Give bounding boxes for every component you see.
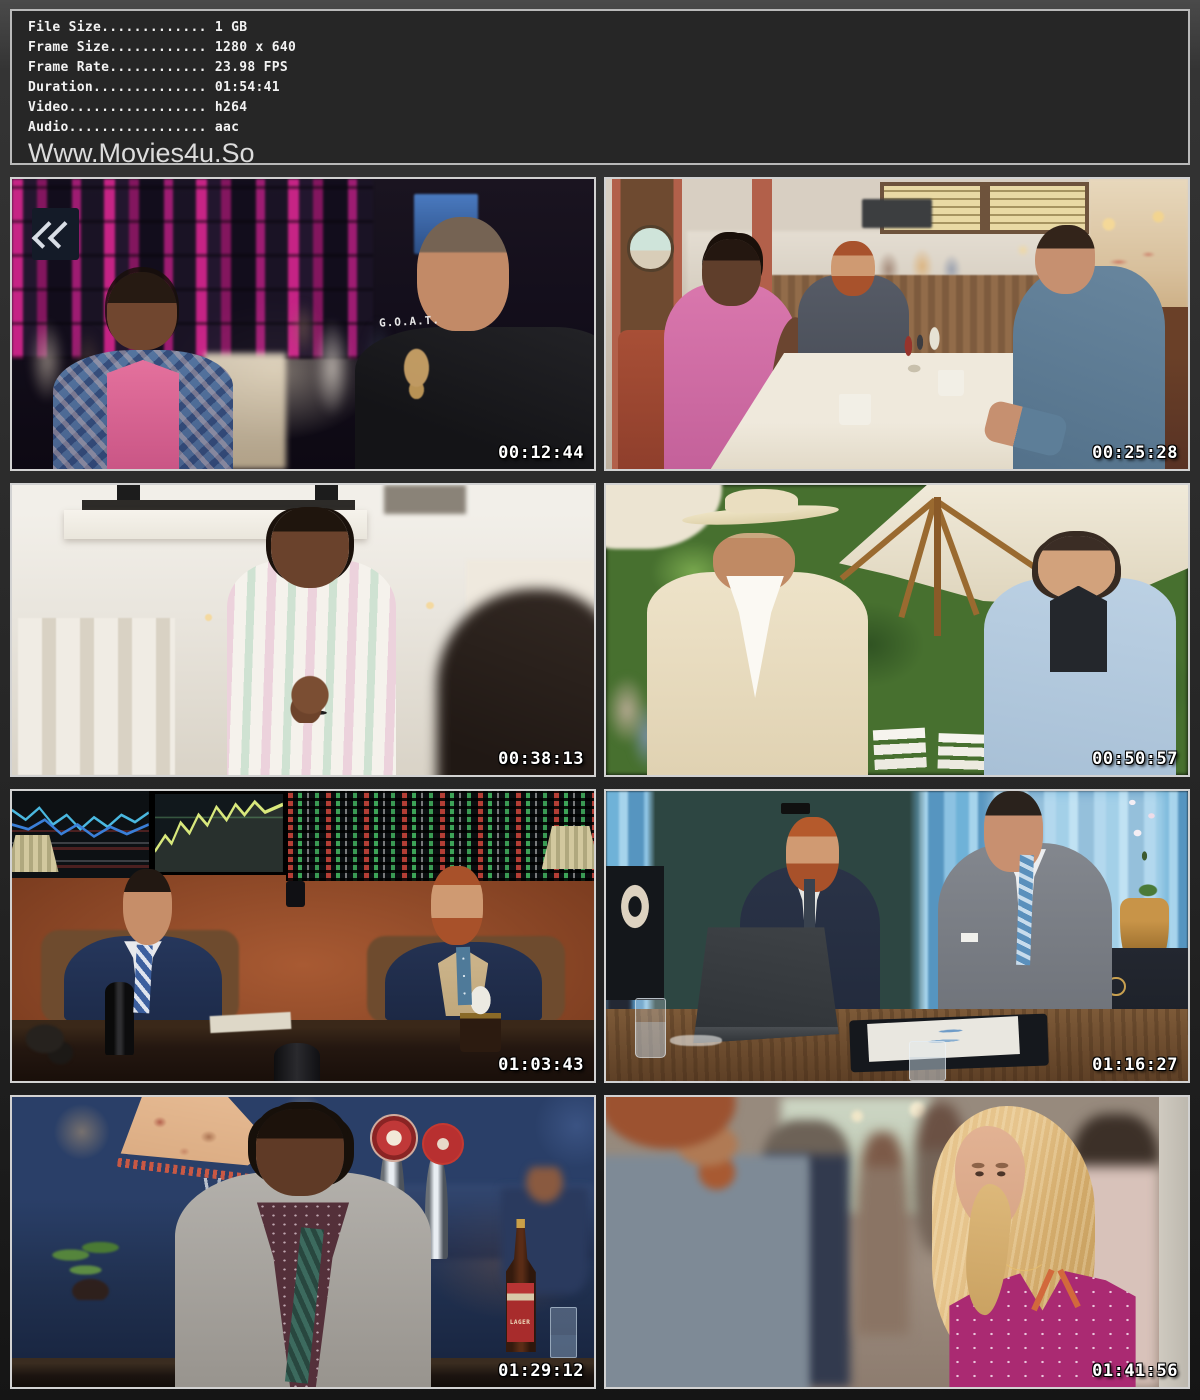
screenshot-1-nightclub: G.O.A.T. 00:12:44 xyxy=(10,177,596,471)
coffee-mug xyxy=(839,394,871,426)
pocket-square xyxy=(961,933,978,942)
timestamp-overlay: 01:29:12 xyxy=(498,1363,584,1380)
coffee-mug xyxy=(938,370,964,396)
bull-statue xyxy=(24,1020,76,1066)
papers-on-table xyxy=(670,1035,722,1047)
blurred-guest xyxy=(856,1132,908,1335)
paneled-wall xyxy=(18,618,175,775)
person-left-head xyxy=(123,869,172,944)
site-watermark: Www.Movies4u.So xyxy=(28,139,1172,167)
timestamp-overlay: 01:03:43 xyxy=(498,1057,584,1074)
screenshot-8-party: 01:41:56 xyxy=(604,1095,1190,1389)
media-info-frame-size: Frame Size............ 1280 x 640 xyxy=(28,38,1172,58)
black-tumbler xyxy=(105,982,134,1055)
screenshot-grid: G.O.A.T. 00:12:44 00:25:28 xyxy=(10,177,1190,1389)
stock-chart-graphic xyxy=(155,794,283,872)
screenshot-7-night-bar: LAGER 01:29:12 xyxy=(10,1095,596,1389)
timestamp-overlay: 00:38:13 xyxy=(498,751,584,768)
media-info-panel: File Size............. 1 GB Frame Size..… xyxy=(10,9,1190,165)
person-left-patterned-shirt xyxy=(53,350,233,471)
person-right-blue-polo xyxy=(1013,266,1164,469)
upper-room-opening xyxy=(384,485,465,514)
person-left-cream-suit xyxy=(647,572,868,775)
white-folding-chair xyxy=(937,734,991,776)
foreground-man-back xyxy=(604,1095,810,1389)
ceiling-light xyxy=(425,601,434,610)
screenshot-5-trading-office: 01:03:43 xyxy=(10,789,596,1083)
water-glass xyxy=(909,1041,946,1081)
person-right-blue-blazer xyxy=(984,578,1176,775)
drink-glass xyxy=(550,1307,576,1358)
beer-label-text: LAGER xyxy=(507,1319,534,1326)
beer-tap-badge xyxy=(422,1123,464,1165)
screenshot-sheet: File Size............. 1 GB Frame Size..… xyxy=(0,0,1200,1389)
beer-tap-badge xyxy=(370,1114,418,1162)
screenshot-4-garden-party: 00:50:57 xyxy=(604,483,1190,777)
media-info-video-codec: Video................. h264 xyxy=(28,98,1172,118)
screenshot-3-bright-interior: 00:38:13 xyxy=(10,483,596,777)
media-info-duration: Duration.............. 01:54:41 xyxy=(28,78,1172,98)
line-chart-graphic xyxy=(12,791,149,839)
gold-necklace xyxy=(1000,1234,1049,1271)
media-info-file-size: File Size............. 1 GB xyxy=(28,18,1172,38)
tshirt-goat-graphic xyxy=(396,347,437,399)
cabinet-with-vase xyxy=(606,866,664,999)
person-right-head xyxy=(431,866,483,944)
white-pillar xyxy=(1159,1097,1188,1387)
black-cup xyxy=(274,1043,321,1083)
club-chevron-sign-icon xyxy=(32,208,79,260)
person-pastel-striped-shirt xyxy=(227,560,396,775)
timestamp-overlay: 00:25:28 xyxy=(1092,445,1178,462)
person-gray-blazer xyxy=(175,1172,431,1387)
water-glass xyxy=(635,998,666,1058)
person-head-dreadlocks xyxy=(256,1109,343,1196)
kitchen-hood xyxy=(862,199,932,228)
wall-camera xyxy=(286,881,306,907)
white-folding-chair xyxy=(873,727,928,776)
screenshot-6-meeting-room: 01:16:27 xyxy=(604,789,1190,1083)
monitor-center-stock-chart xyxy=(152,791,286,875)
potted-plant xyxy=(41,1225,140,1300)
person-left-navy-suit-striped-tie xyxy=(64,936,221,1023)
person-right-head xyxy=(984,791,1042,872)
media-info-audio-codec: Audio................. aac xyxy=(28,118,1172,138)
screenshot-2-diner: 00:25:28 xyxy=(604,177,1190,471)
wall-sconce xyxy=(781,803,810,815)
umbrella-pole xyxy=(934,497,941,636)
condiment-caddy xyxy=(891,301,949,376)
media-info-frame-rate: Frame Rate............ 23.98 FPS xyxy=(28,58,1172,78)
timestamp-overlay: 01:16:27 xyxy=(1092,1057,1178,1074)
timestamp-overlay: 00:12:44 xyxy=(498,445,584,462)
timestamp-overlay: 00:50:57 xyxy=(1092,751,1178,768)
timestamp-overlay: 01:41:56 xyxy=(1092,1363,1178,1380)
cowboy-hat-crown xyxy=(725,489,798,512)
laptop xyxy=(693,927,839,1043)
